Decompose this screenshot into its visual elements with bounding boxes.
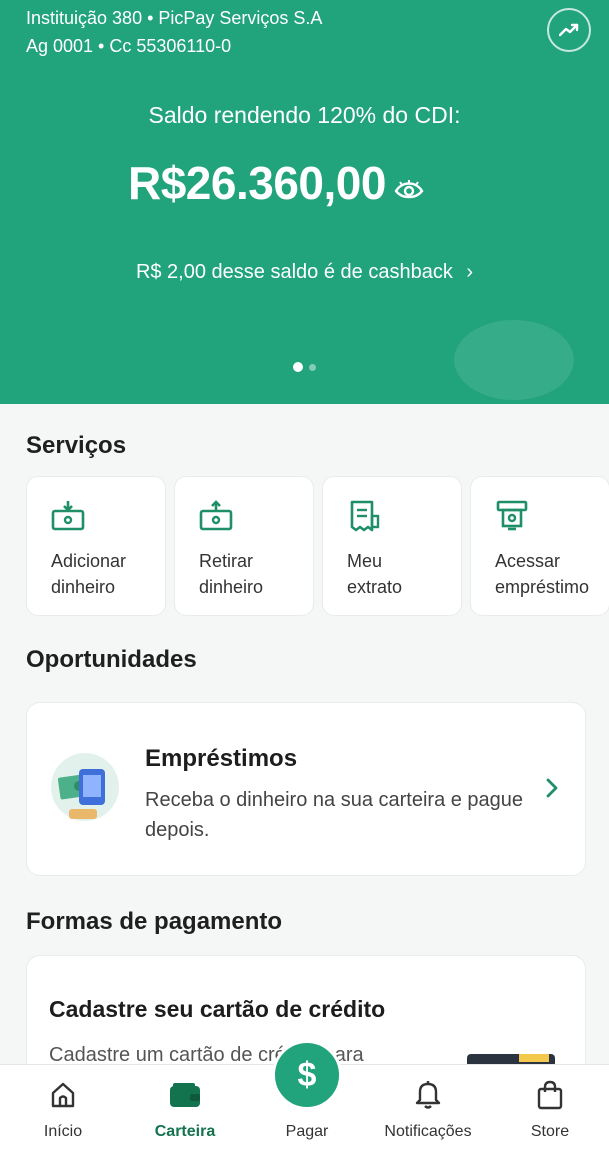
- add-money-icon: [51, 501, 85, 531]
- carousel-dot-active: [293, 362, 303, 372]
- bell-icon: [415, 1081, 441, 1109]
- service-loan[interactable]: Acessar empréstimo: [470, 476, 609, 616]
- service-label: Meu extrato: [347, 551, 403, 597]
- withdraw-money-icon: [199, 500, 233, 531]
- nav-item-home[interactable]: Início: [28, 1079, 98, 1141]
- pay-fab-button[interactable]: $: [272, 1040, 342, 1110]
- loan-opportunity-card[interactable]: Empréstimos Receba o dinheiro na sua car…: [26, 702, 586, 876]
- carousel-indicator: [0, 362, 609, 372]
- service-label: Adicionar dinheiro: [51, 551, 127, 597]
- statement-icon: [350, 500, 380, 532]
- services-grid: Adicionar dinheiro Retirar dinheiro Meu …: [26, 476, 609, 616]
- eye-icon[interactable]: [394, 179, 424, 201]
- home-icon: [51, 1082, 75, 1108]
- shopping-bag-icon: [537, 1080, 563, 1110]
- nav-label: Store: [530, 1123, 570, 1140]
- nav-item-notifications[interactable]: Notificações: [376, 1079, 480, 1141]
- wallet-icon: [170, 1083, 200, 1107]
- balance-label: Saldo rendendo 120% do CDI:: [148, 102, 461, 128]
- chevron-right-icon: [546, 778, 558, 798]
- service-withdraw-money[interactable]: Retirar dinheiro: [174, 476, 314, 616]
- carousel-dot: [309, 364, 316, 371]
- loan-icon: [496, 500, 528, 531]
- service-add-money[interactable]: Adicionar dinheiro: [26, 476, 166, 616]
- services-section-title: Serviços: [26, 432, 127, 459]
- balance-row: R$26.360,00: [128, 156, 424, 210]
- nav-label: Notificações: [384, 1123, 472, 1140]
- nav-label: Pagar: [285, 1123, 329, 1140]
- nav-label: Carteira: [154, 1123, 216, 1140]
- opportunities-section-title: Oportunidades: [26, 646, 197, 673]
- investment-trend-button[interactable]: [547, 8, 591, 52]
- service-label: Acessar empréstimo: [495, 551, 590, 597]
- nav-item-wallet[interactable]: Carteira: [146, 1079, 224, 1141]
- trending-up-icon: [559, 23, 579, 37]
- loan-illustration-icon: [51, 753, 119, 821]
- balance-amount: R$26.360,00: [128, 157, 386, 209]
- loan-card-description: Receba o dinheiro na sua carteira e pagu…: [145, 789, 524, 841]
- balance-header: Instituição 380 • PicPay Serviços S.A Ag…: [0, 0, 609, 404]
- nav-label: Início: [43, 1123, 83, 1140]
- nav-item-store[interactable]: Store: [520, 1079, 580, 1141]
- register-card-title: Cadastre seu cartão de crédito: [49, 996, 386, 1022]
- bank-institution-line: Instituição 380 • PicPay Serviços S.A: [26, 8, 323, 28]
- service-statement[interactable]: Meu extrato: [322, 476, 462, 616]
- loan-card-title: Empréstimos: [145, 745, 298, 772]
- background-decoration: [454, 320, 574, 400]
- bank-account-line: Ag 0001 • Cc 55306110-0: [26, 36, 232, 56]
- dollar-icon: $: [297, 1055, 317, 1094]
- cashback-text: R$ 2,00 desse saldo é de cashback: [135, 261, 453, 283]
- chevron-right-icon: ›: [466, 261, 474, 283]
- cashback-link[interactable]: R$ 2,00 desse saldo é de cashback ›: [0, 261, 609, 284]
- service-label: Retirar dinheiro: [199, 551, 264, 597]
- payment-methods-section-title: Formas de pagamento: [26, 908, 283, 935]
